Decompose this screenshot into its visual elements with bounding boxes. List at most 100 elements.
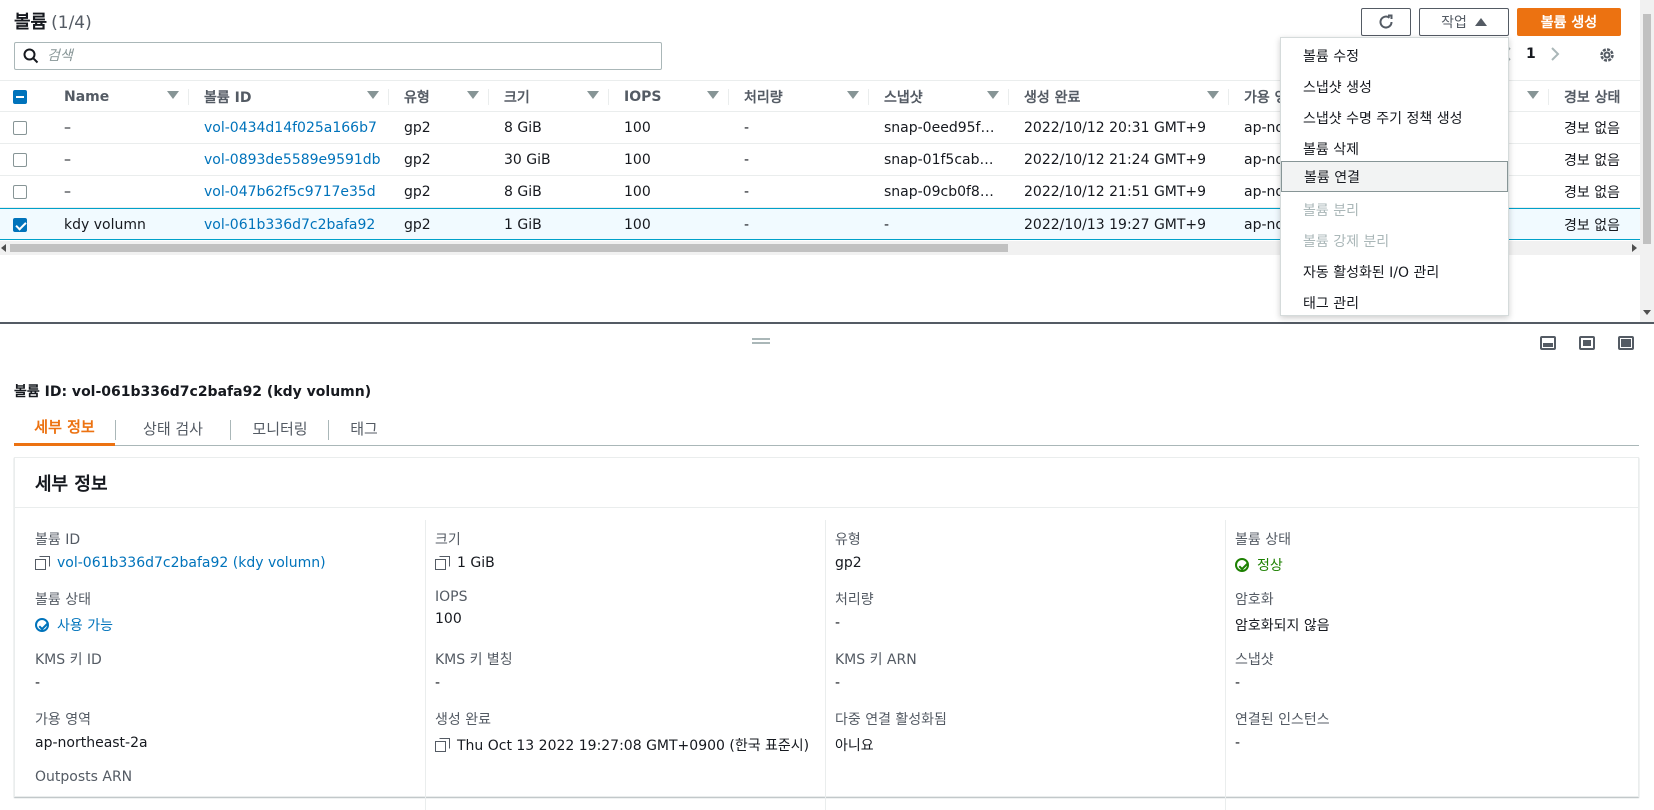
created-value: Thu Oct 13 2022 19:27:08 GMT+0900 (한국 표준…: [457, 738, 810, 754]
check-circle-icon: [35, 618, 49, 632]
cell-volume-id-link[interactable]: vol-0434d14f025a166b7: [204, 112, 377, 143]
col-type[interactable]: 유형: [389, 81, 489, 113]
cell-volume-id-link[interactable]: vol-047b62f5c9717e35d: [204, 176, 376, 207]
col-volume-id[interactable]: 볼륨 ID: [189, 81, 389, 113]
search-icon: [23, 48, 39, 64]
col-alarm[interactable]: 경보 상태: [1549, 81, 1640, 113]
menu-item-delete-volume[interactable]: 볼륨 삭제: [1281, 133, 1508, 164]
search-box[interactable]: [14, 42, 662, 70]
create-volume-button[interactable]: 볼륨 생성: [1517, 8, 1621, 36]
title-text: 볼륨: [14, 12, 48, 33]
col-throughput[interactable]: 처리량: [729, 81, 869, 113]
tab-monitoring[interactable]: 모니터링: [231, 410, 329, 446]
col-created[interactable]: 생성 완료: [1009, 81, 1229, 113]
field-kms-key-id: KMS 키 ID -: [35, 649, 102, 691]
horizontal-scroll-thumb[interactable]: [10, 244, 1008, 252]
page-number[interactable]: 1: [1526, 46, 1536, 62]
volume-id-link[interactable]: vol-061b336d7c2bafa92 (kdy volumn): [57, 555, 326, 571]
multi-attach-value: 아니요: [835, 738, 874, 754]
col-name[interactable]: Name: [49, 81, 189, 113]
cell-snapshot: snap-01f5cab…: [884, 151, 994, 168]
cell-size: 1 GiB: [504, 216, 542, 233]
cell-created: 2022/10/12 20:31 GMT+9: [1024, 119, 1207, 136]
encryption-value: 암호화되지 않음: [1235, 618, 1330, 634]
cell-snapshot: snap-09cb0f8…: [884, 183, 994, 200]
cell-iops: 100: [624, 216, 651, 233]
vertical-scrollbar[interactable]: [1640, 0, 1654, 322]
status-value: 정상: [1257, 558, 1283, 574]
attached-value: -: [1235, 735, 1241, 751]
refresh-button[interactable]: [1361, 8, 1411, 36]
resize-handle[interactable]: [752, 338, 770, 346]
menu-item-modify-volume[interactable]: 볼륨 수정: [1281, 40, 1508, 71]
kms-key-id-value: -: [35, 675, 41, 691]
copy-icon[interactable]: [435, 738, 450, 752]
menu-item-create-snapshot[interactable]: 스냅샷 생성: [1281, 71, 1508, 102]
card-title: 세부 정보: [15, 458, 1638, 508]
cell-iops: 100: [624, 119, 651, 136]
iops-value: 100: [435, 611, 462, 627]
layout-full-icon[interactable]: [1618, 336, 1634, 350]
split-divider: [0, 322, 1654, 324]
cell-throughput: -: [744, 151, 750, 168]
field-label: 암호화: [1235, 592, 1274, 608]
col-iops-label: IOPS: [624, 89, 662, 105]
refresh-icon: [1379, 14, 1393, 29]
select-all-checkbox[interactable]: [13, 90, 27, 104]
col-volume-id-label: 볼륨 ID: [204, 90, 252, 106]
field-label: 볼륨 상태: [35, 592, 91, 608]
copy-icon[interactable]: [35, 556, 50, 570]
cell-alarm: 경보 없음: [1564, 217, 1620, 234]
field-kms-arn: KMS 키 ARN -: [835, 649, 917, 691]
menu-item-attach-volume[interactable]: 볼륨 연결: [1281, 161, 1508, 192]
cell-volume-id-link[interactable]: vol-0893de5589e9591db: [204, 144, 381, 175]
layout-split-icon[interactable]: [1579, 336, 1595, 350]
field-multi-attach: 다중 연결 활성화됨 아니요: [835, 709, 947, 755]
volume-state-value: 사용 가능: [57, 618, 113, 634]
cell-alarm: 경보 없음: [1564, 184, 1620, 201]
menu-item-manage-auto-io[interactable]: 자동 활성화된 I/O 관리: [1281, 256, 1508, 287]
tab-status-checks[interactable]: 상태 검사: [116, 410, 230, 446]
row-checkbox[interactable]: [13, 184, 27, 199]
field-label: KMS 키 ID: [35, 652, 102, 668]
tab-details[interactable]: 세부 정보: [14, 410, 115, 446]
chevron-right-icon[interactable]: [1550, 47, 1560, 61]
cell-snapshot: -: [884, 216, 890, 233]
actions-dropdown: 볼륨 수정 스냅샷 생성 스냅샷 수명 주기 정책 생성 볼륨 삭제 볼륨 연결…: [1280, 37, 1509, 316]
field-type: 유형 gp2: [835, 529, 862, 571]
snapshot-value: -: [1235, 675, 1241, 691]
col-iops[interactable]: IOPS: [609, 81, 729, 113]
menu-item-create-lifecycle-policy[interactable]: 스냅샷 수명 주기 정책 생성: [1281, 102, 1508, 133]
row-checkbox[interactable]: [13, 217, 27, 232]
menu-item-manage-tags[interactable]: 태그 관리: [1281, 287, 1508, 318]
tab-tags[interactable]: 태그: [329, 410, 399, 446]
cell-volume-id-link[interactable]: vol-061b336d7c2bafa92: [204, 209, 375, 240]
field-outposts-arn: Outposts ARN: [35, 769, 132, 785]
actions-button[interactable]: 작업: [1419, 8, 1509, 36]
scroll-right-icon[interactable]: [1631, 244, 1637, 252]
cell-name: –: [64, 151, 71, 168]
field-label: 다중 연결 활성화됨: [835, 712, 947, 728]
col-type-label: 유형: [404, 90, 430, 106]
field-size: 크기 1 GiB: [435, 529, 495, 571]
search-input[interactable]: [47, 48, 627, 64]
cell-type: gp2: [404, 183, 431, 200]
cell-throughput: -: [744, 183, 750, 200]
layout-bottom-icon[interactable]: [1540, 336, 1556, 350]
col-snapshot-label: 스냅샷: [884, 90, 923, 106]
cell-iops: 100: [624, 183, 651, 200]
vertical-scroll-thumb[interactable]: [1643, 14, 1651, 244]
menu-item-detach-volume: 볼륨 분리: [1303, 202, 1359, 219]
scroll-left-icon[interactable]: [1, 244, 7, 252]
field-label: 볼륨 ID: [35, 532, 81, 548]
cell-iops: 100: [624, 151, 651, 168]
scroll-down-icon[interactable]: [1643, 310, 1651, 316]
row-checkbox[interactable]: [13, 152, 27, 167]
col-snapshot[interactable]: 스냅샷: [869, 81, 1009, 113]
row-checkbox[interactable]: [13, 120, 27, 135]
col-size[interactable]: 크기: [489, 81, 609, 113]
field-label: 처리량: [835, 592, 874, 608]
gear-icon[interactable]: [1598, 46, 1616, 64]
field-volume-id: 볼륨 ID vol-061b336d7c2bafa92 (kdy volumn): [35, 529, 326, 571]
copy-icon[interactable]: [435, 556, 450, 570]
